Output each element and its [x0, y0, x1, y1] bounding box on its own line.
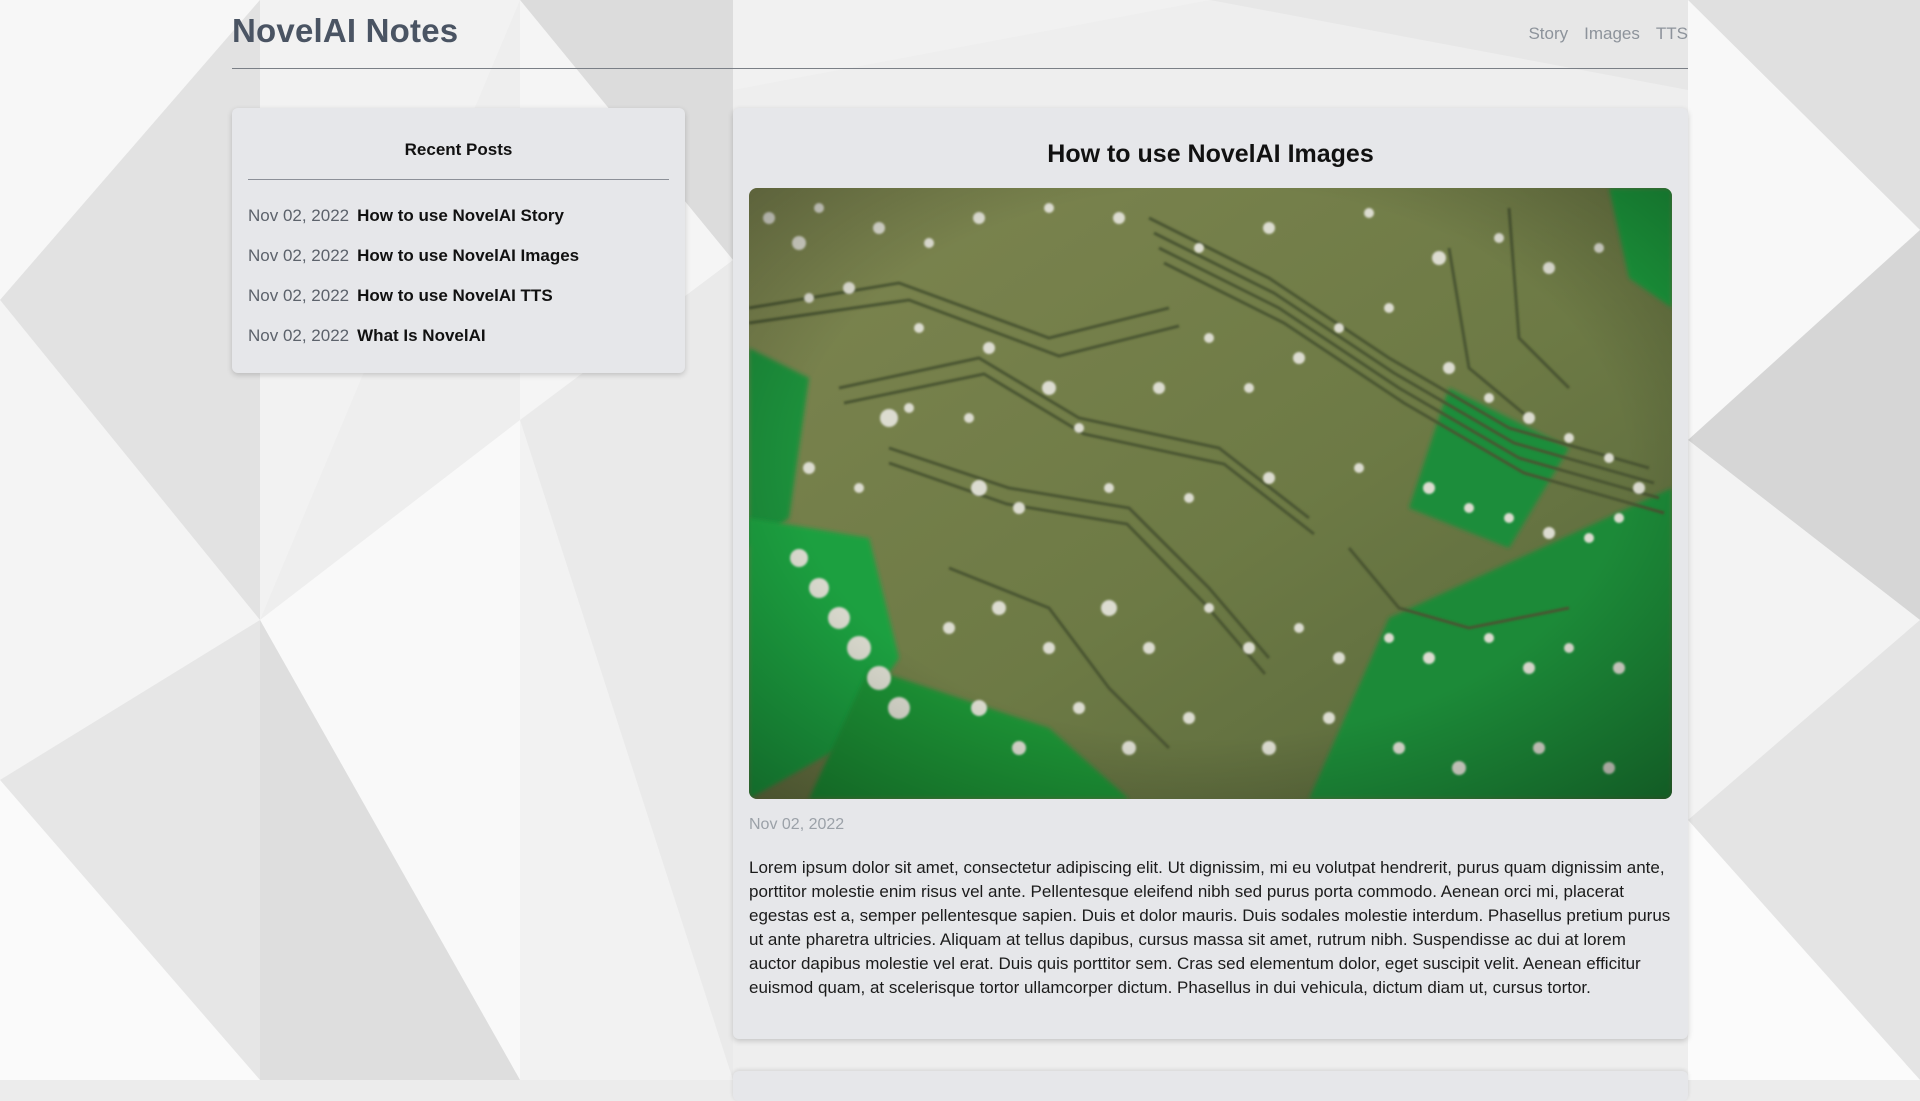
post-link[interactable]: What Is NovelAI [357, 326, 485, 346]
recent-posts-card: Recent Posts Nov 02, 2022 How to use Nov… [232, 108, 685, 373]
list-item: Nov 02, 2022 How to use NovelAI TTS [248, 276, 579, 316]
post-date: Nov 02, 2022 [248, 326, 350, 345]
list-item: Nov 02, 2022 How to use NovelAI Story [248, 196, 579, 236]
list-item: Nov 02, 2022 How to use NovelAI Images [248, 236, 579, 276]
post-date: Nov 02, 2022 [248, 286, 350, 305]
site-header: NovelAI Notes Story Images TTS [232, 0, 1688, 69]
nav-link-story[interactable]: Story [1528, 24, 1568, 44]
list-item: Nov 02, 2022 What Is NovelAI [248, 316, 579, 356]
article-card: How to use NovelAI Images Nov 02, 2022 L… [733, 108, 1688, 1039]
post-date: Nov 02, 2022 [248, 206, 350, 225]
main-nav: Story Images TTS [1528, 24, 1688, 44]
site-title[interactable]: NovelAI Notes [232, 12, 458, 50]
post-link[interactable]: How to use NovelAI Images [357, 246, 579, 266]
article-hero-image[interactable] [749, 188, 1672, 799]
circuit-board-image [749, 188, 1672, 799]
recent-posts-list: Nov 02, 2022 How to use NovelAI Story No… [248, 196, 579, 356]
post-link[interactable]: How to use NovelAI Story [357, 206, 564, 226]
next-article-card [733, 1071, 1688, 1101]
article-date: Nov 02, 2022 [749, 816, 845, 833]
article-body: Lorem ipsum dolor sit amet, consectetur … [749, 858, 1671, 997]
post-date: Nov 02, 2022 [248, 246, 350, 265]
page: NovelAI Notes Story Images TTS Recent Po… [0, 0, 1920, 1101]
nav-link-tts[interactable]: TTS [1656, 24, 1688, 44]
recent-posts-divider [248, 179, 669, 180]
recent-posts-title: Recent Posts [404, 140, 513, 159]
nav-link-images[interactable]: Images [1584, 24, 1640, 44]
article-title[interactable]: How to use NovelAI Images [733, 140, 1688, 169]
post-link[interactable]: How to use NovelAI TTS [357, 286, 553, 306]
